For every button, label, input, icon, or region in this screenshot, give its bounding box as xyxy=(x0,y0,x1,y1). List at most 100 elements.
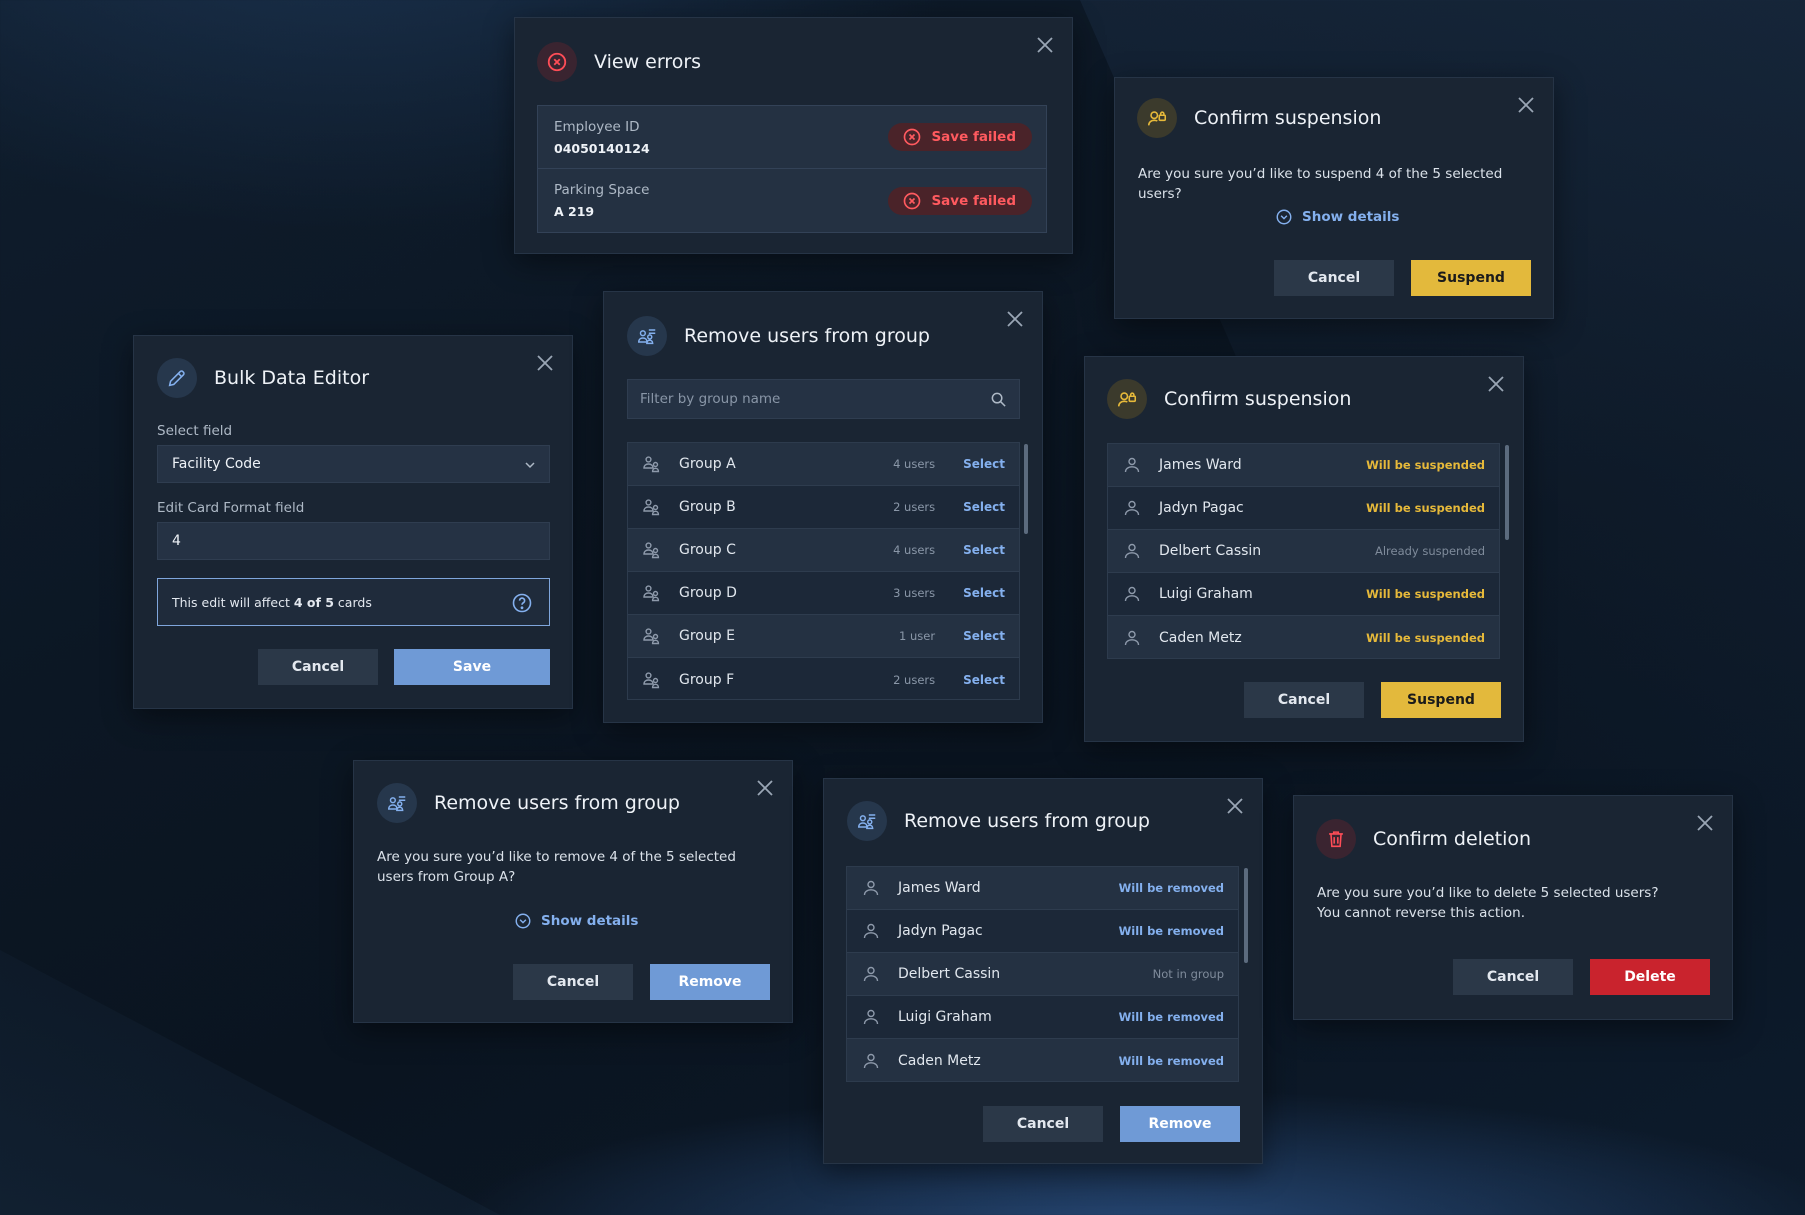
user-name: Delbert Cassin xyxy=(1159,543,1262,559)
user-icon xyxy=(861,878,881,898)
list-item: Caden Metz Will be removed xyxy=(847,1039,1238,1081)
user-icon xyxy=(1122,628,1142,648)
cancel-button[interactable]: Cancel xyxy=(513,964,633,1000)
group-name: Group D xyxy=(679,585,737,601)
user-status: Will be removed xyxy=(1118,1010,1224,1024)
close-icon[interactable] xyxy=(1004,308,1026,330)
error-row: Parking Space A 219 Save failed xyxy=(538,169,1046,232)
dialog-header: Confirm suspension xyxy=(1137,98,1381,138)
close-icon[interactable] xyxy=(754,777,776,799)
group-user-count: 2 users xyxy=(893,500,936,514)
user-status: Will be removed xyxy=(1118,1053,1224,1068)
scrollbar[interactable] xyxy=(1505,445,1509,540)
user-name: Jadyn Pagac xyxy=(1159,500,1244,516)
help-icon[interactable] xyxy=(511,592,533,614)
select-group-button[interactable]: Select xyxy=(963,543,1005,557)
error-circle-icon xyxy=(904,128,921,146)
group-name: Group C xyxy=(679,542,736,558)
edit-field-value: 4 xyxy=(172,533,181,549)
show-details-label: Show details xyxy=(1302,209,1400,225)
edit-field-label: Edit Card Format field xyxy=(157,500,305,516)
remove-button[interactable]: Remove xyxy=(1120,1106,1240,1142)
user-status: Will be suspended xyxy=(1366,501,1485,515)
dialog-header: Confirm deletion xyxy=(1316,819,1531,859)
user-icon xyxy=(1122,584,1142,604)
user-list: James Ward Will be removed Jadyn Pagac W… xyxy=(846,866,1239,1082)
group-remove-icon xyxy=(377,783,417,823)
dialog-title: Bulk Data Editor xyxy=(214,367,370,389)
list-item: Group B 2 users Select xyxy=(628,486,1019,529)
select-field-value: Facility Code xyxy=(172,456,261,472)
group-icon xyxy=(642,540,662,560)
dialog-header: Confirm suspension xyxy=(1107,379,1351,419)
chevron-down-icon xyxy=(525,462,535,469)
select-group-button[interactable]: Select xyxy=(963,586,1005,600)
close-icon[interactable] xyxy=(1034,34,1056,56)
user-lock-icon xyxy=(1107,379,1147,419)
list-item: Group A 4 users Select xyxy=(628,443,1019,486)
cancel-button[interactable]: Cancel xyxy=(1274,260,1394,296)
list-item: Luigi Graham Will be removed xyxy=(847,996,1238,1039)
cancel-button[interactable]: Cancel xyxy=(1453,959,1573,995)
suspend-button[interactable]: Suspend xyxy=(1381,682,1501,718)
suspend-button[interactable]: Suspend xyxy=(1411,260,1531,296)
remove-users-group-details-dialog: Remove users from group James Ward Will … xyxy=(823,778,1263,1164)
edit-field-input[interactable]: 4 xyxy=(157,522,550,560)
select-group-button[interactable]: Select xyxy=(963,673,1005,687)
pencil-icon xyxy=(157,358,197,398)
close-icon[interactable] xyxy=(1515,94,1537,116)
chevron-down-circle-icon xyxy=(1276,209,1292,225)
cancel-button[interactable]: Cancel xyxy=(983,1106,1103,1142)
scrollbar[interactable] xyxy=(1024,444,1028,534)
cancel-button[interactable]: Cancel xyxy=(1244,682,1364,718)
remove-button[interactable]: Remove xyxy=(650,964,770,1000)
search-placeholder: Filter by group name xyxy=(640,391,781,407)
show-details-toggle[interactable]: Show details xyxy=(514,912,638,930)
user-status: Will be removed xyxy=(1118,924,1224,938)
list-item: Group E 1 user Select xyxy=(628,615,1019,658)
user-list: James Ward Will be suspended Jadyn Pagac… xyxy=(1107,443,1500,659)
scrollbar[interactable] xyxy=(1244,868,1248,963)
list-item: Jadyn Pagac Will be suspended xyxy=(1108,487,1499,530)
group-icon xyxy=(642,626,662,646)
user-status: Already suspended xyxy=(1374,544,1485,558)
dialog-title: Remove users from group xyxy=(434,792,680,814)
dialog-message: Are you sure you’d like to suspend 4 of … xyxy=(1138,166,1503,202)
message-line: You cannot reverse this action. xyxy=(1317,905,1526,921)
group-user-count: 2 users xyxy=(893,672,936,687)
select-group-button[interactable]: Select xyxy=(963,500,1005,514)
save-button[interactable]: Save xyxy=(394,649,550,685)
view-errors-dialog: View errors Employee ID 04050140124 Save… xyxy=(514,17,1073,254)
group-remove-icon xyxy=(847,801,887,841)
remove-users-group-dialog: Remove users from group Are you sure you… xyxy=(353,760,793,1023)
user-icon xyxy=(1122,541,1142,561)
dialog-header: Remove users from group xyxy=(377,783,680,823)
group-icon xyxy=(642,583,662,603)
info-text: This edit will affect 4 of 5 cards xyxy=(172,595,372,610)
list-item: Luigi Graham Will be suspended xyxy=(1108,573,1499,616)
list-item: Group D 3 users Select xyxy=(628,572,1019,615)
list-item: Delbert Cassin Not in group xyxy=(847,953,1238,996)
delete-button[interactable]: Delete xyxy=(1590,959,1710,995)
info-prefix: This edit will affect xyxy=(172,594,294,610)
dialog-title: Confirm suspension xyxy=(1164,388,1352,410)
search-icon xyxy=(991,392,1006,407)
group-name: Group B xyxy=(679,499,736,515)
close-icon[interactable] xyxy=(1485,373,1507,395)
dialog-title: Confirm deletion xyxy=(1373,828,1532,850)
select-group-button[interactable]: Select xyxy=(963,457,1005,471)
show-details-toggle[interactable]: Show details xyxy=(1275,208,1399,226)
close-icon[interactable] xyxy=(1224,795,1246,817)
group-list: Group A 4 users Select Group B 2 users S… xyxy=(627,442,1020,700)
select-field-dropdown[interactable]: Facility Code xyxy=(157,445,550,483)
close-icon[interactable] xyxy=(1694,812,1716,834)
cancel-button[interactable]: Cancel xyxy=(258,649,378,685)
group-name: Group F xyxy=(679,671,735,688)
user-status: Will be suspended xyxy=(1366,630,1485,645)
group-search-input[interactable]: Filter by group name xyxy=(627,379,1020,419)
select-group-button[interactable]: Select xyxy=(963,629,1005,643)
info-count: 4 of 5 xyxy=(293,594,334,610)
group-user-count: 4 users xyxy=(893,457,936,471)
dialog-title: Remove users from group xyxy=(904,810,1150,832)
close-icon[interactable] xyxy=(534,352,556,374)
